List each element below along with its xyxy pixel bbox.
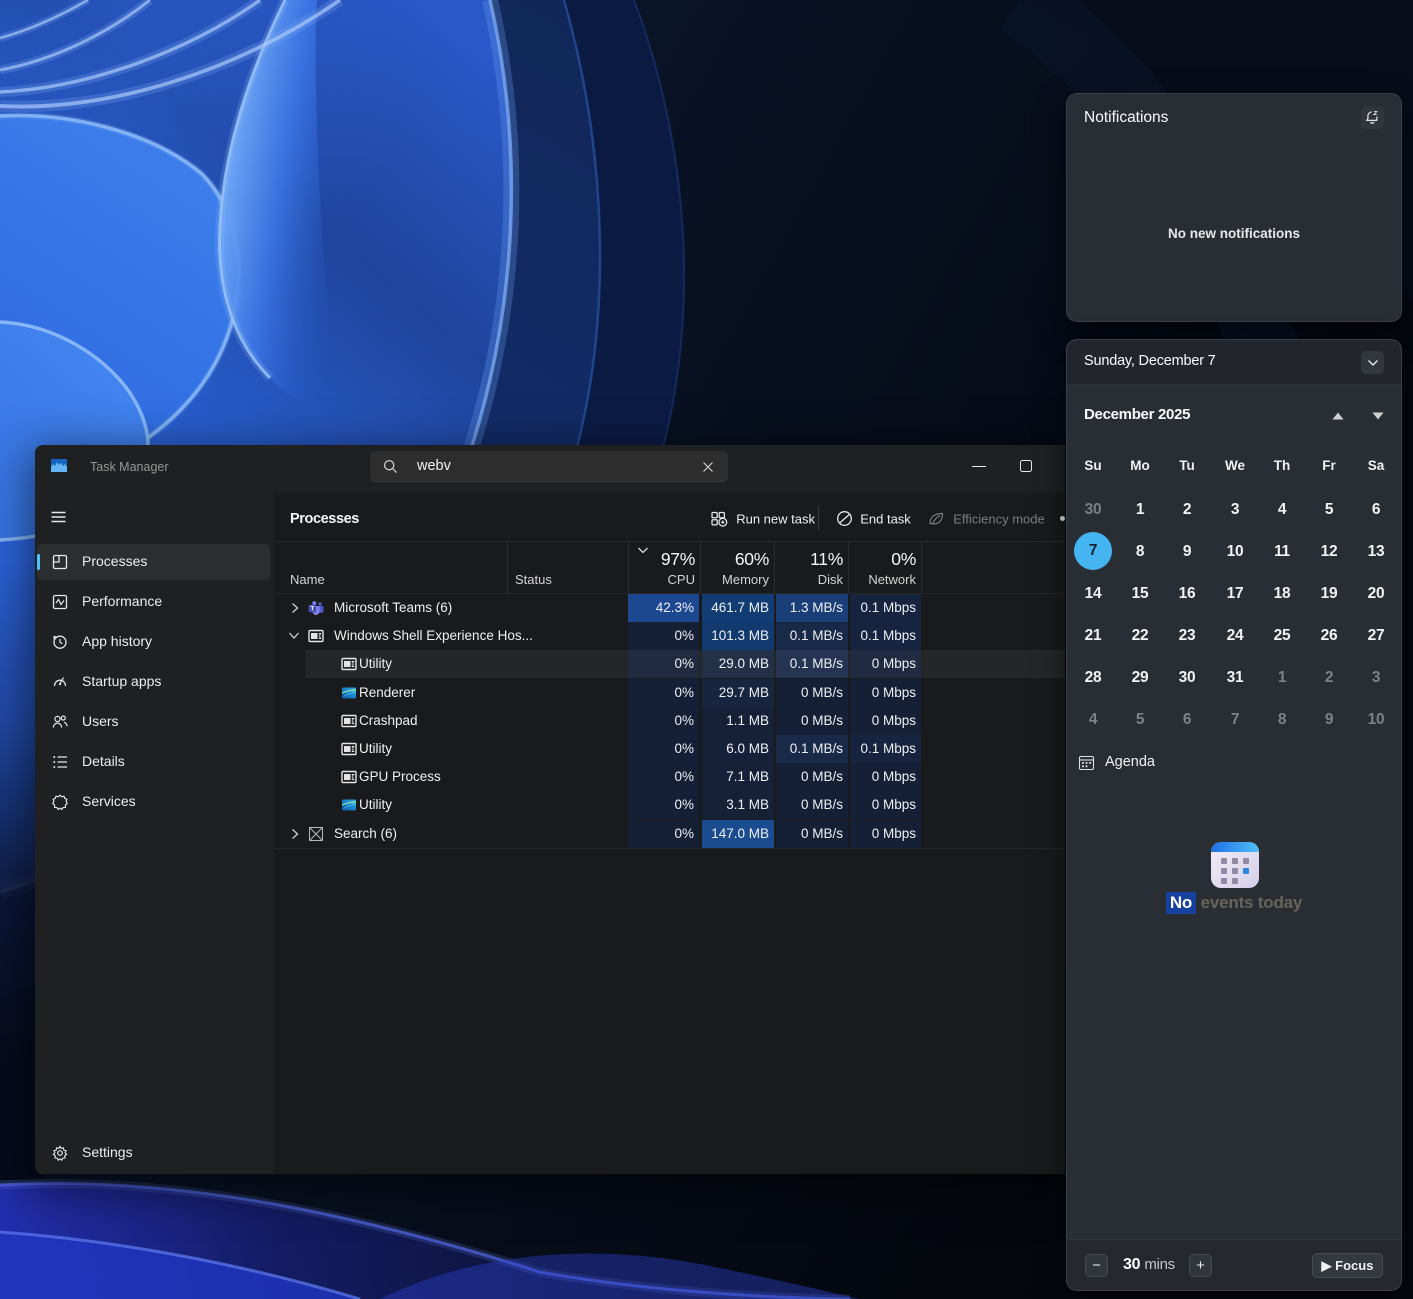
- svg-text:T: T: [311, 606, 315, 613]
